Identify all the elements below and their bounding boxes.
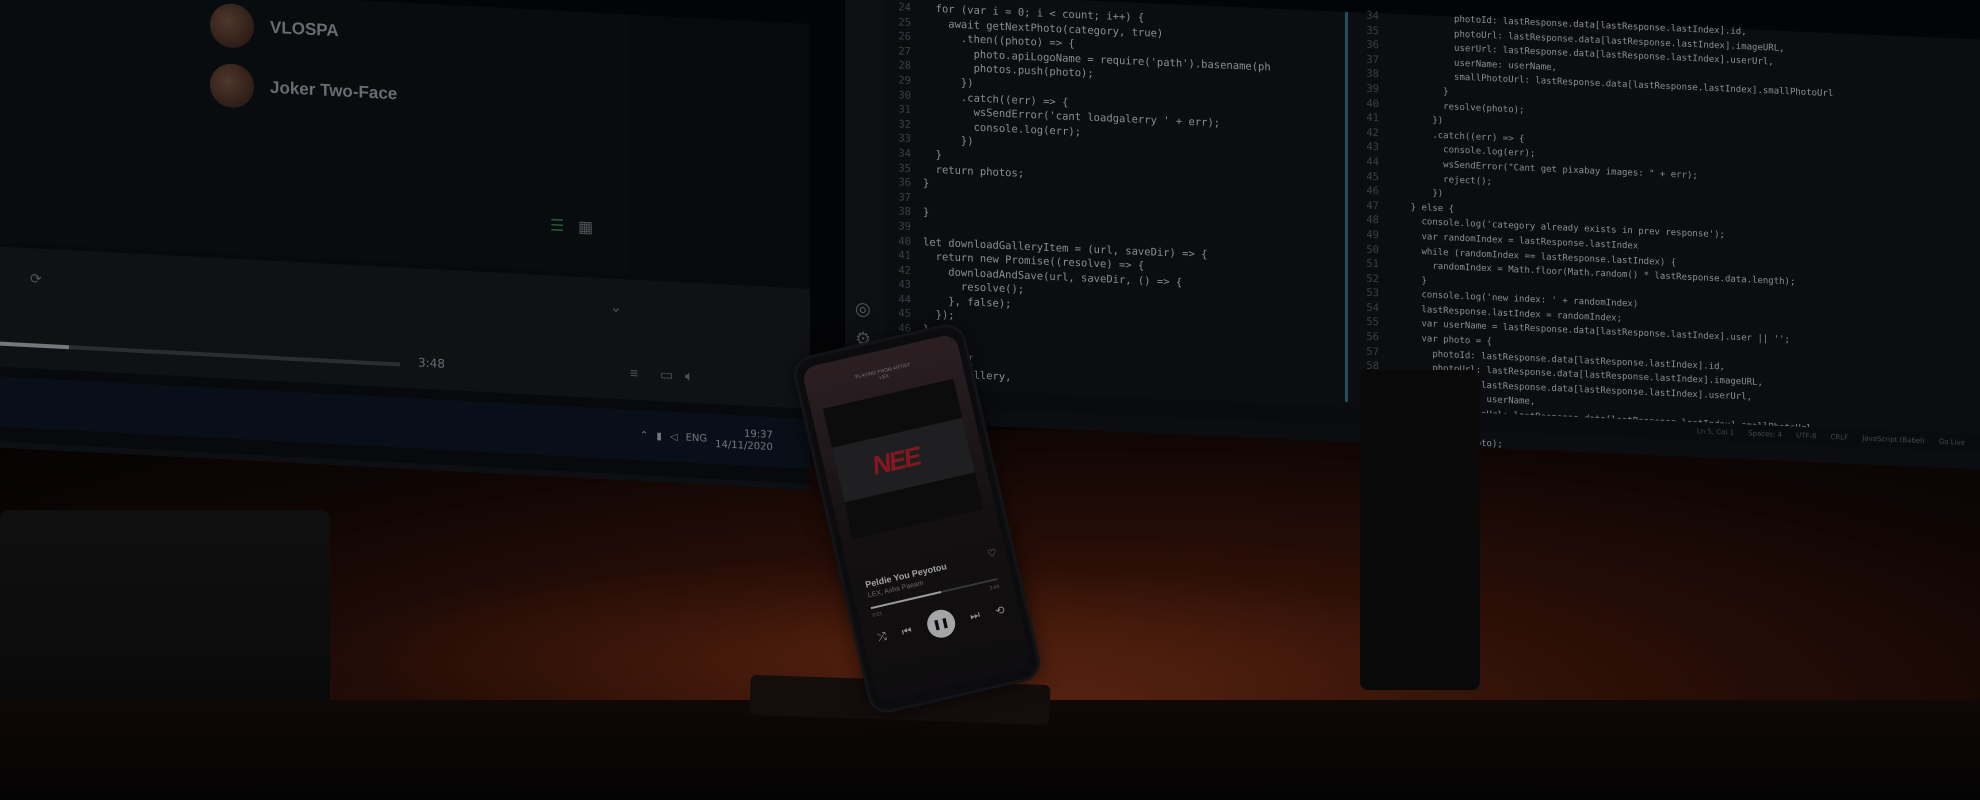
grid-view-icon[interactable]: ▦ bbox=[578, 217, 593, 238]
playlist-panel: VLOSPA Joker Two-Face ☰ ▦ bbox=[0, 0, 630, 275]
account-icon[interactable]: ◎ bbox=[855, 298, 871, 320]
playlist-item[interactable]: VLOSPA bbox=[210, 2, 339, 54]
track-duration: 3:48 bbox=[418, 355, 445, 371]
phone-elapsed: 0:01 bbox=[872, 610, 883, 619]
chevron-down-icon[interactable]: ⌄ bbox=[610, 299, 622, 317]
left-monitor: VLOSPA Joker Two-Face ☰ ▦ ⟳ ⌄ 3:48 ≡ ▭ 🔈… bbox=[0, 0, 810, 800]
status-bar-item[interactable]: CRLF bbox=[1831, 433, 1849, 442]
phone-duration: 3:49 bbox=[989, 583, 1001, 592]
pause-icon: ❚❚ bbox=[931, 616, 951, 632]
list-view-icon[interactable]: ☰ bbox=[550, 215, 564, 236]
activity-bar: ◎ ⚙ bbox=[845, 0, 885, 392]
clock[interactable]: 19:37 14/11/2020 bbox=[715, 427, 773, 454]
album-cover: NEE bbox=[822, 378, 984, 540]
shuffle-icon[interactable]: ⤮ bbox=[876, 630, 888, 645]
volume-icon[interactable]: 🔈︎ bbox=[685, 367, 693, 384]
editor-split-divider[interactable] bbox=[1345, 11, 1348, 402]
speaker-icon[interactable]: ◁ bbox=[670, 431, 678, 442]
avatar bbox=[210, 2, 254, 49]
phone-controls: ⤮ ⏮︎ ❚❚ ⏭︎ ⟲ bbox=[875, 595, 1008, 652]
repeat-icon[interactable]: ⟳ bbox=[30, 270, 42, 288]
battery-icon[interactable]: ▮ bbox=[656, 430, 662, 441]
line-numbers-left: 24 25 26 27 28 29 30 31 32 33 34 35 36 3… bbox=[898, 1, 911, 378]
status-bar-item[interactable]: UTF-8 bbox=[1796, 432, 1816, 441]
heart-icon[interactable]: ♡ bbox=[987, 548, 998, 561]
playlist-item-name: Joker Two-Face bbox=[270, 77, 398, 104]
avatar bbox=[210, 62, 254, 109]
desk-setup-photo: VLOSPA Joker Two-Face ☰ ▦ ⟳ ⌄ 3:48 ≡ ▭ 🔈… bbox=[0, 0, 1980, 800]
repeat-icon[interactable]: ⟲ bbox=[994, 603, 1006, 618]
pause-button[interactable]: ❚❚ bbox=[924, 607, 958, 641]
status-bar-item[interactable]: Go Live bbox=[1939, 438, 1965, 447]
playlist-item[interactable]: Joker Two-Face bbox=[210, 62, 398, 117]
language-indicator[interactable]: ENG bbox=[686, 432, 708, 444]
status-bar-item[interactable]: JavaScript (Babel) bbox=[1862, 434, 1925, 445]
status-bar-item[interactable]: Spaces: 4 bbox=[1748, 429, 1782, 438]
next-icon[interactable]: ⏭︎ bbox=[969, 608, 982, 623]
lamp-silhouette bbox=[1360, 370, 1480, 690]
device-icon[interactable]: ▭ bbox=[660, 366, 673, 384]
code-editor-left[interactable]: for (var i = 0; i < count; i++) { await … bbox=[923, 1, 1271, 396]
previous-icon[interactable]: ⏮︎ bbox=[901, 624, 914, 639]
playlist-item-name: VLOSPA bbox=[270, 17, 339, 41]
queue-icon[interactable]: ≡ bbox=[630, 365, 638, 381]
status-bar-item[interactable]: Ln 5, Col 1 bbox=[1697, 427, 1734, 437]
chevron-up-icon[interactable]: ⌃ bbox=[640, 430, 648, 441]
